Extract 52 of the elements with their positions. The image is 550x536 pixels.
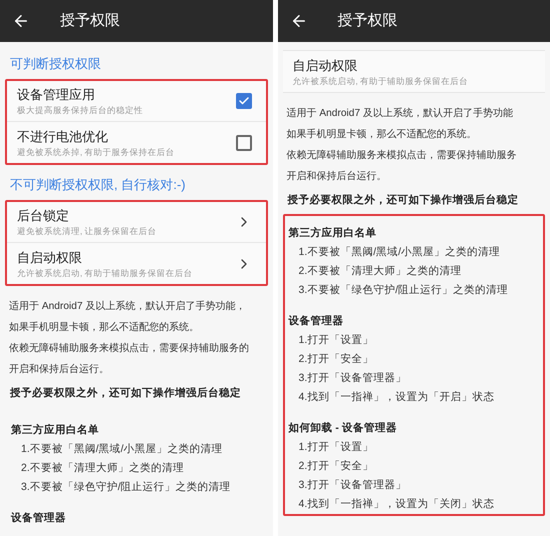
bold-note: 授予必要权限之外，还可如下操作增强后台稳定: [286, 192, 520, 208]
group-title: 设备管理器: [287, 314, 344, 329]
step-text: 2.不要被「清理大师」之类的清理: [20, 461, 185, 476]
description-line: 开启和保持后台运行。: [286, 170, 388, 184]
group-title: 如何卸载 - 设备管理器: [288, 421, 398, 436]
item-subtitle: 极大提高服务保持后台的稳定性: [17, 104, 144, 116]
item-subtitle: 允许被系统启动, 有助于辅助服务保留在后台: [292, 74, 470, 86]
item-title: 后台锁定: [17, 207, 70, 225]
screen-title: 授予权限: [60, 10, 120, 31]
description-line: 适用于 Android7 及以上系统，默认开启了手势功能: [286, 106, 514, 121]
step-text: 1.不要被「黑阈/黑域/小黑屋」之类的清理: [298, 245, 502, 260]
step-text: 3.不要被「绿色守护/阻止运行」之类的清理: [20, 480, 232, 495]
checkbox[interactable]: [236, 93, 252, 109]
item-title: 自启动权限: [17, 248, 83, 266]
checkbox[interactable]: [236, 134, 252, 150]
settings-item[interactable]: 自启动权限 允许被系统启动, 有助于辅助服务保留在后台: [7, 243, 266, 284]
step-text: 4.找到「一指禅」，设置为「开启」状态: [298, 390, 496, 405]
step-text: 2.打开「安全」: [298, 459, 374, 474]
back-icon[interactable]: [12, 12, 30, 30]
description-line: 如果手机明显卡顿，那么不适配您的系统。: [9, 320, 200, 335]
item-title: 设备管理应用: [17, 86, 96, 104]
group-title: 设备管理器: [10, 511, 67, 526]
group-title: 第三方应用白名单: [288, 226, 378, 241]
item-subtitle: 避免被系统清理, 让服务保留在后台: [17, 225, 158, 237]
screen-title: 授予权限: [338, 10, 398, 31]
description-line: 依赖无障碍辅助服务来模拟点击，需要保持辅助服务: [286, 148, 518, 163]
settings-item[interactable]: 自启动权限 允许被系统启动, 有助于辅助服务保留在后台: [282, 51, 545, 92]
item-subtitle: 避免被系统杀掉, 有助于服务保持在后台: [17, 146, 176, 158]
item-subtitle: 允许被系统启动, 有助于辅助服务保留在后台: [17, 266, 194, 278]
group-title: 第三方应用白名单: [10, 422, 100, 438]
step-text: 3.不要被「绿色守护/阻止运行」之类的清理: [298, 283, 510, 298]
step-text: 2.不要被「清理大师」之类的清理: [298, 264, 462, 279]
description-line: 开启和保持后台运行。: [9, 362, 110, 377]
step-text: 3.打开「设备管理器」: [298, 371, 408, 386]
step-text: 1.打开「设置」: [298, 440, 374, 455]
section-heading: 不可判断授权权限, 自行核对:-): [9, 176, 186, 194]
step-text: 4.找到「一指禅」，设置为「关闭」状态: [298, 497, 496, 512]
step-text: 1.打开「设置」: [298, 333, 374, 348]
settings-item[interactable]: 不进行电池优化 避免被系统杀掉, 有助于服务保持在后台: [7, 122, 266, 163]
bold-note: 授予必要权限之外，还可如下操作增强后台稳定: [8, 386, 242, 401]
step-text: 2.打开「安全」: [298, 352, 374, 367]
step-text: 1.不要被「黑阈/黑域/小黑屋」之类的清理: [20, 442, 224, 457]
step-text: 3.打开「设备管理器」: [298, 478, 408, 493]
item-title: 自启动权限: [292, 56, 358, 74]
description-line: 如果手机明显卡顿，那么不适配您的系统。: [286, 128, 478, 142]
item-title: 不进行电池优化: [17, 128, 109, 146]
description-line: 适用于 Android7 及以上系统，默认开启了手势功能，: [9, 300, 246, 314]
section-heading: 可判断授权权限: [9, 55, 102, 73]
check-icon: [238, 95, 250, 107]
settings-item[interactable]: 设备管理应用 极大提高服务保持后台的稳定性: [7, 81, 266, 122]
description-line: 依赖无障碍辅助服务来模拟点击，需要保持辅助服务的: [9, 342, 250, 356]
settings-item[interactable]: 后台锁定 避免被系统清理, 让服务保留在后台: [7, 202, 266, 243]
